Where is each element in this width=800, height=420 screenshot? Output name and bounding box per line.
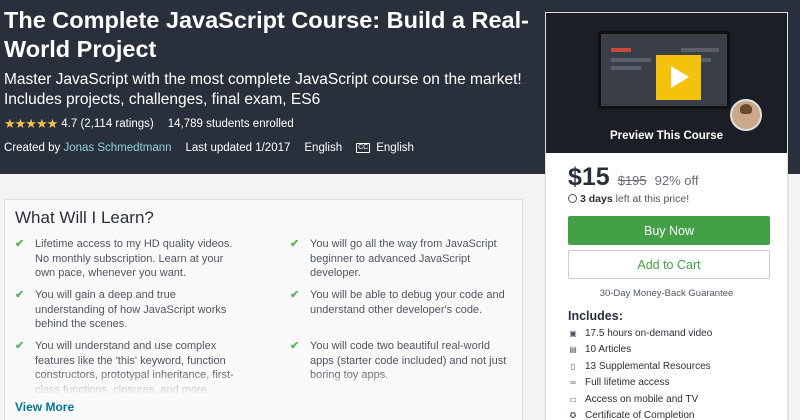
original-price: $195 bbox=[617, 173, 647, 188]
learn-item: ✔ Lifetime access to my HD quality videos… bbox=[15, 238, 233, 279]
price-timer: 3 days left at this price! bbox=[568, 193, 689, 205]
article-icon: ▤ bbox=[569, 345, 577, 355]
includes-list: ▣ 17.5 hours on-demand video ▤ 10 Articles… bbox=[568, 325, 712, 420]
instructor-avatar bbox=[730, 99, 762, 131]
check-icon: ✔ bbox=[290, 238, 300, 250]
view-more-link[interactable]: View More bbox=[15, 400, 74, 414]
buy-now-button[interactable]: Buy Now bbox=[568, 216, 770, 245]
what-will-i-learn-box: What Will I Learn? ✔ Lifetime access to m… bbox=[4, 199, 523, 420]
play-icon[interactable] bbox=[656, 55, 701, 100]
course-preview[interactable]: Preview This Course bbox=[546, 13, 787, 153]
check-icon: ✔ bbox=[290, 289, 300, 301]
includes-title: Includes: bbox=[568, 309, 623, 323]
learn-heading: What Will I Learn? bbox=[15, 208, 154, 227]
captions-language: English bbox=[376, 142, 414, 154]
discount-label: 92% off bbox=[654, 173, 699, 188]
learn-item: ✔ You will be able to debug your code and… bbox=[290, 289, 505, 316]
include-item: ✪ Certificate of Completion bbox=[569, 410, 695, 420]
enrolled-count: 14,789 students enrolled bbox=[167, 118, 294, 130]
course-meta: Created by Jonas Schmedtmann Last update… bbox=[4, 142, 534, 154]
include-item: ▤ 10 Articles bbox=[569, 344, 632, 356]
certificate-icon: ✪ bbox=[569, 411, 577, 420]
course-language: English bbox=[304, 142, 343, 154]
video-icon: ▣ bbox=[569, 328, 577, 338]
star-rating-icon: ★★★★★ bbox=[4, 116, 58, 131]
money-back-guarantee: 30-Day Money-Back Guarantee bbox=[599, 288, 734, 299]
course-title: The Complete JavaScript Course: Build a … bbox=[4, 7, 529, 62]
check-icon: ✔ bbox=[15, 289, 25, 301]
learn-item: ✔ You will gain a deep and true understan… bbox=[15, 289, 227, 330]
include-item: ▭ Access on mobile and TV bbox=[569, 393, 699, 405]
price-row: $15 $195 92% off bbox=[568, 163, 699, 192]
include-item: ▣ 17.5 hours on-demand video bbox=[569, 327, 713, 339]
check-icon: ✔ bbox=[15, 340, 25, 352]
add-to-cart-button[interactable]: Add to Cart bbox=[568, 250, 770, 279]
learn-item: ✔ You will go all the way from JavaScript… bbox=[290, 238, 497, 279]
content-fade bbox=[5, 370, 522, 395]
rating-row: ★★★★★ 4.7 (2,114 ratings) 14,789 student… bbox=[4, 116, 534, 132]
include-item: ∞ Full lifetime access bbox=[568, 375, 712, 392]
purchase-card: Preview This Course $15 $195 92% off 3 d… bbox=[545, 12, 788, 420]
author-link[interactable]: Jonas Schmedtmann bbox=[63, 142, 171, 154]
course-subtitle: Master JavaScript with the most complete… bbox=[4, 71, 522, 108]
check-icon: ✔ bbox=[15, 238, 25, 250]
clock-icon bbox=[568, 194, 577, 203]
file-icon: ▯ bbox=[570, 361, 576, 371]
preview-label[interactable]: Preview This Course bbox=[546, 130, 787, 142]
include-item: ▯ 13 Supplemental Resources bbox=[568, 358, 712, 375]
mobile-icon: ▭ bbox=[569, 394, 577, 404]
created-by-label: Created by bbox=[4, 142, 61, 154]
closed-captions-icon: CC bbox=[356, 143, 371, 153]
last-updated: Last updated 1/2017 bbox=[185, 142, 291, 154]
check-icon: ✔ bbox=[290, 340, 300, 352]
rating-text: 4.7 (2,114 ratings) bbox=[61, 118, 154, 130]
current-price: $15 bbox=[568, 163, 610, 191]
infinity-icon: ∞ bbox=[570, 378, 576, 388]
